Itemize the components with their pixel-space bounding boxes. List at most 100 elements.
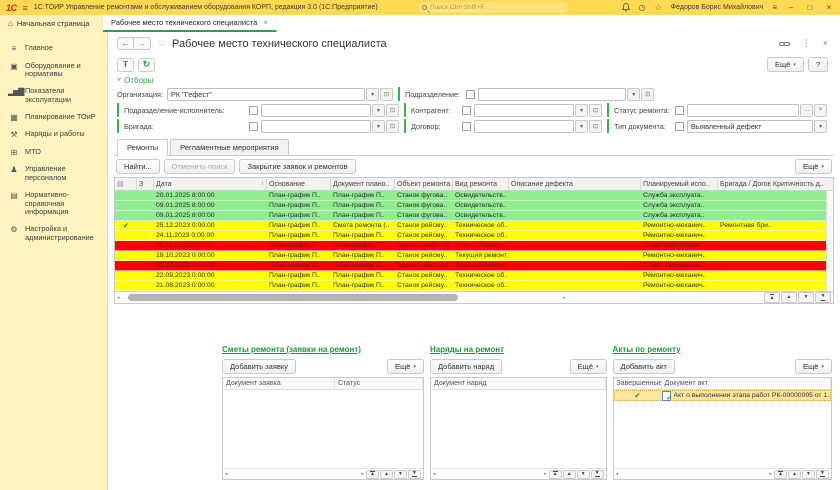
sidebar-item-main[interactable]: ≡Главное	[0, 40, 107, 58]
subdivision-choose-icon[interactable]: ⊡	[641, 88, 654, 101]
tab-workplace[interactable]: Рабочее место технического специалиста ×	[103, 15, 277, 32]
history-icon[interactable]: ◷	[639, 4, 646, 12]
executor-subdivision-checkbox[interactable]	[249, 106, 258, 115]
horizontal-scrollbar[interactable]: ◂▸▲▲▼▼	[115, 291, 833, 303]
brigade-checkbox[interactable]	[249, 122, 258, 131]
column-act-completed[interactable]: Завершенные	[614, 378, 662, 389]
scroll-to-top-button[interactable]: ▲	[764, 292, 780, 303]
subdivision-dropdown-icon[interactable]: ▾	[627, 88, 640, 101]
sidebar-item-planning[interactable]: ▦Планирование ТОиР	[0, 109, 107, 127]
add-order-button[interactable]: Добавить наряд	[430, 359, 502, 374]
executor-subdivision-choose-icon[interactable]: ⊡	[386, 104, 399, 117]
row-down-button[interactable]: ▼	[798, 292, 814, 303]
orders-title[interactable]: Наряды на ремонт	[430, 345, 607, 358]
close-window-button[interactable]: ×	[824, 3, 834, 12]
orders-more-button[interactable]: Ещё▾	[570, 359, 607, 374]
add-act-button[interactable]: Добавить акт	[613, 359, 675, 374]
organization-input[interactable]: РК "Гефест"	[167, 88, 365, 101]
sidebar-item-settings[interactable]: ⚙Настройка и администрирование	[0, 221, 107, 247]
column-header[interactable]: Критичность д..	[771, 178, 826, 190]
sidebar-item-reference[interactable]: ▤Нормативно-справочная информация	[0, 187, 107, 221]
brigade-dropdown-icon[interactable]: ▾	[372, 120, 385, 133]
scroll-to-top-button[interactable]: ▲	[366, 470, 379, 479]
column-header[interactable]: Планируемый испо..	[641, 178, 718, 190]
acts-scrollbar[interactable]: ◂ ▸ ▲▲▼▼	[614, 468, 831, 479]
doc-type-select[interactable]: Выявленный дефект	[687, 120, 813, 133]
scroll-to-bottom-button[interactable]: ▼	[815, 292, 831, 303]
scroll-right-icon[interactable]: ▸	[769, 471, 772, 477]
scrollbar-track[interactable]	[122, 294, 562, 302]
table-row[interactable]: 21.08.2023 0:00:00План-график П..План-гр…	[115, 281, 826, 291]
tab-repairs[interactable]: Ремонты	[117, 139, 168, 155]
column-settings[interactable]: ▤	[115, 178, 137, 190]
vertical-scrollbar[interactable]	[826, 191, 833, 291]
scroll-to-top-button[interactable]: ▲	[549, 470, 562, 479]
scroll-left-icon[interactable]: ◂	[616, 471, 619, 477]
organization-choose-icon[interactable]: ⊡	[380, 88, 393, 101]
contractor-dropdown-icon[interactable]: ▾	[575, 104, 588, 117]
doc-type-dropdown-icon[interactable]: ▾	[814, 120, 827, 133]
forward-button[interactable]: →	[134, 37, 151, 50]
column-header[interactable]: Описание дефекта	[509, 178, 641, 190]
find-button[interactable]: Найти...	[116, 159, 160, 174]
column-header[interactable]: Бригада / Догов..	[718, 178, 771, 190]
sidebar-item-equipment[interactable]: ▣Оборудование и нормативы	[0, 58, 107, 84]
table-row[interactable]: 09.01.2025 8:00:00План-график П..План-гр…	[115, 211, 826, 221]
table-row[interactable]: 02.10.2023 0:00:00План-график П..План-гр…	[115, 261, 826, 271]
estimates-more-button[interactable]: Ещё▾	[387, 359, 424, 374]
column-estimate-status[interactable]: Статус	[335, 378, 423, 389]
scrollbar-thumb[interactable]	[128, 294, 458, 301]
tab-scheduled-activities[interactable]: Регламентные мероприятия	[170, 139, 289, 155]
act-row[interactable]: ✔Акт о выполнении этапа работ РК-0000000…	[614, 390, 831, 401]
contractor-input[interactable]	[474, 104, 574, 117]
row-up-button[interactable]: ▲	[563, 470, 576, 479]
minimize-button[interactable]: –	[786, 3, 796, 12]
help-button[interactable]: ?	[808, 57, 828, 72]
brigade-choose-icon[interactable]: ⊡	[386, 120, 399, 133]
scroll-right-icon[interactable]: ▸	[544, 471, 547, 477]
act-document-link[interactable]: Акт о выполнении этапа работ РК-00000005…	[674, 392, 831, 399]
contract-choose-icon[interactable]: ⊡	[589, 120, 602, 133]
scroll-left-icon[interactable]: ◂	[433, 471, 436, 477]
row-down-button[interactable]: ▼	[577, 470, 590, 479]
table-row[interactable]: 09.01.2025 8:00:00План-график П..План-гр…	[115, 201, 826, 211]
repair-status-checkbox[interactable]	[675, 106, 684, 115]
global-search-input[interactable]: Поиск Ctrl+Shift+F	[418, 2, 568, 13]
favorite-star-icon[interactable]: ☆	[157, 38, 166, 49]
contract-input[interactable]	[474, 120, 574, 133]
column-estimate-doc[interactable]: Документ заявка	[223, 378, 335, 389]
add-estimate-button[interactable]: Добавить заявку	[222, 359, 296, 374]
more-dots-icon[interactable]: ⋮	[802, 39, 811, 48]
row-down-button[interactable]: ▼	[394, 470, 407, 479]
form-more-button[interactable]: Ещё▾	[767, 57, 804, 72]
executor-subdivision-input[interactable]	[261, 104, 371, 117]
column-order-doc[interactable]: Документ наряд	[431, 378, 606, 389]
acts-title[interactable]: Акты по ремонту	[613, 345, 832, 358]
estimates-title[interactable]: Сметы ремонта (заявки на ремонт)	[222, 345, 424, 358]
column-header[interactable]: Основание	[267, 178, 331, 190]
table-row[interactable]: 20.01.2025 8:00:00План-график П..План-гр…	[115, 191, 826, 201]
column-act-doc[interactable]: Документ акт	[662, 378, 831, 389]
scroll-right-icon[interactable]: ▸	[361, 471, 364, 477]
acts-more-button[interactable]: Ещё▾	[795, 359, 832, 374]
subdivision-input[interactable]	[478, 88, 626, 101]
get-link-icon[interactable]	[779, 40, 790, 48]
pin-button[interactable]: Ŧ	[117, 58, 134, 72]
filters-header[interactable]: ˅ Отборы	[117, 75, 840, 86]
repair-status-ellipsis-icon[interactable]: ...	[800, 104, 813, 117]
row-up-button[interactable]: ▲	[380, 470, 393, 479]
cancel-search-button[interactable]: Отменить поиск	[164, 159, 236, 174]
scroll-right-icon[interactable]: ▸	[564, 295, 567, 301]
service-menu-icon[interactable]: ≡	[772, 4, 777, 12]
repair-status-input[interactable]	[687, 104, 799, 117]
notifications-bell-icon[interactable]	[622, 3, 630, 12]
table-row[interactable]: 24.11.2023 0:00:00План-график П..План-гр…	[115, 231, 826, 241]
column-header[interactable]: Документ плано..	[331, 178, 395, 190]
current-user[interactable]: Федоров Борис Михайлович	[671, 4, 764, 11]
row-up-button[interactable]: ▲	[788, 470, 801, 479]
scroll-left-icon[interactable]: ◂	[225, 471, 228, 477]
tab-close-icon[interactable]: ×	[263, 18, 268, 27]
column-date[interactable]: Дата↑	[154, 178, 267, 190]
row-down-button[interactable]: ▼	[802, 470, 815, 479]
column-header[interactable]: Объект ремонта	[395, 178, 453, 190]
